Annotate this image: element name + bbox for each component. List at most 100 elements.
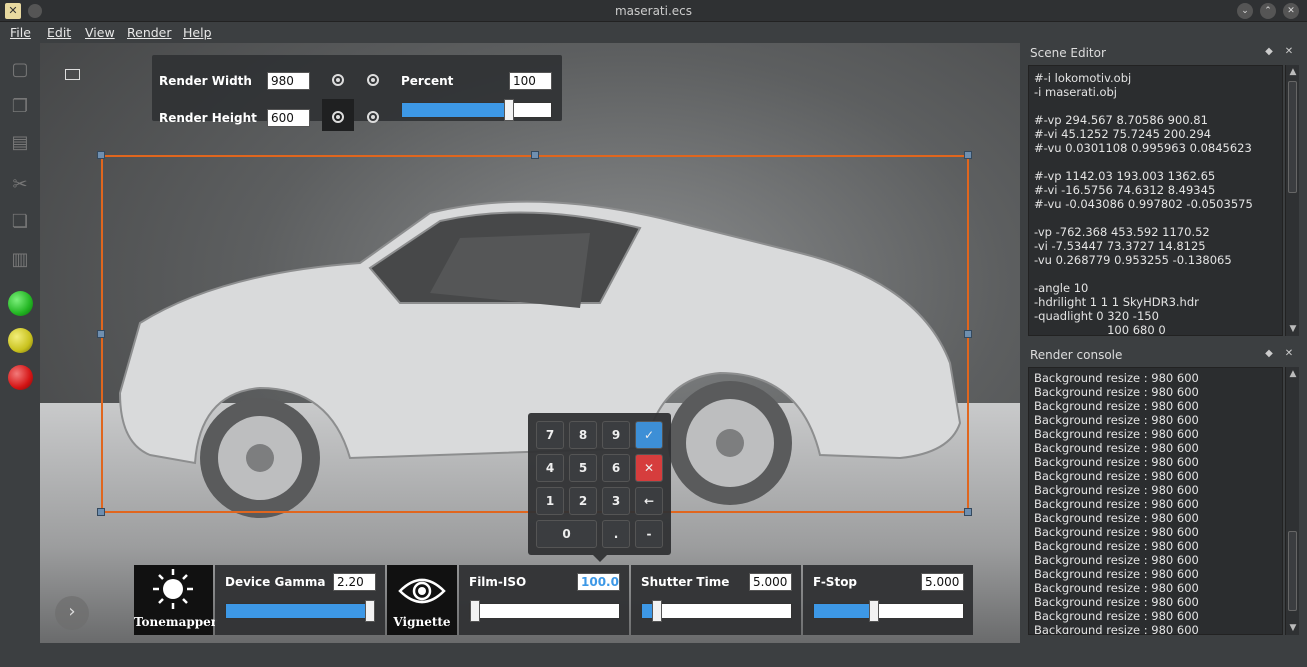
percent-slider[interactable] [401, 99, 552, 121]
scene-editor-scrollbar[interactable]: ▲ ▼ [1285, 65, 1299, 336]
key-8[interactable]: 8 [569, 421, 597, 449]
dock-close-icon[interactable]: ✕ [1283, 348, 1295, 360]
render-console-title: Render console [1030, 348, 1123, 362]
device-gamma-thumb[interactable] [365, 600, 375, 622]
device-gamma-input[interactable]: 2.20 [333, 573, 376, 591]
new-file-icon[interactable]: ▢ [8, 58, 32, 82]
render-console-text[interactable]: Background resize : 980 600 Background re… [1028, 367, 1283, 635]
cut-icon[interactable]: ✂ [8, 173, 32, 197]
scene-line: -i maserati.obj [1034, 85, 1117, 99]
pause-render-button[interactable] [8, 328, 33, 353]
numpad: 7 8 9 ✓ 4 5 6 ✕ 1 2 3 ← 0 . - [528, 413, 671, 555]
console-line: Background resize : 980 600 [1034, 623, 1199, 635]
film-iso-slider[interactable] [469, 600, 620, 622]
key-6[interactable]: 6 [602, 454, 630, 482]
key-0[interactable]: 0 [536, 520, 597, 548]
film-iso-thumb[interactable] [470, 600, 480, 622]
menu-file[interactable]: File [10, 25, 31, 40]
console-line: Background resize : 980 600 [1034, 483, 1199, 497]
key-7[interactable]: 7 [536, 421, 564, 449]
shutter-time-panel: Shutter Time 5.000 [631, 565, 801, 635]
scene-editor-text[interactable]: #-i lokomotiv.obj -i maserati.obj #-vp 294… [1028, 65, 1283, 336]
key-minus[interactable]: - [635, 520, 663, 548]
f-stop-input[interactable]: 5.000 [921, 573, 964, 591]
scene-line [1034, 211, 1282, 225]
scene-editor-dock: Scene Editor ◆ ✕ #-i lokomotiv.obj -i mas… [1024, 43, 1307, 340]
minimize-icon[interactable]: ⌄ [1237, 3, 1253, 19]
f-stop-slider[interactable] [813, 600, 964, 622]
stop-render-button[interactable] [8, 365, 33, 390]
scene-line [1034, 99, 1282, 113]
scroll-up-icon[interactable]: ▲ [1286, 369, 1300, 379]
scene-line: -hdrilight 1 1 1 SkyHDR3.hdr [1034, 295, 1199, 309]
menu-render[interactable]: Render [127, 25, 172, 40]
height-radio-1[interactable] [332, 111, 344, 123]
vignette-button[interactable]: Vignette [387, 565, 457, 635]
key-9[interactable]: 9 [602, 421, 630, 449]
float-icon[interactable]: ◆ [1263, 46, 1275, 58]
render-console-lines: Background resize : 980 600 Background re… [1034, 371, 1282, 635]
scroll-down-icon[interactable]: ▼ [1286, 623, 1300, 633]
chevron-right-icon[interactable]: › [55, 596, 89, 630]
dock-close-icon[interactable]: ✕ [1283, 46, 1295, 58]
device-gamma-slider[interactable] [225, 600, 376, 622]
render-viewport[interactable]: Render Width 980 Render Height 600 Perce… [40, 43, 1020, 643]
save-icon[interactable]: ▤ [8, 131, 32, 155]
film-iso-input[interactable]: 100.0 [577, 573, 620, 591]
render-width-input[interactable]: 980 [267, 72, 310, 90]
toolbar: ▢ ❐ ▤ ✂ ❏ ▥ [0, 43, 40, 643]
shutter-time-thumb[interactable] [652, 600, 662, 622]
percent-slider-thumb[interactable] [504, 99, 514, 121]
width-radio-1[interactable] [332, 74, 344, 86]
scroll-up-icon[interactable]: ▲ [1286, 67, 1300, 77]
menu-help[interactable]: Help [183, 25, 212, 40]
shutter-time-label: Shutter Time [641, 575, 730, 589]
tonemapper-label: Tonemapper [134, 615, 218, 629]
menu-view[interactable]: View [85, 25, 115, 40]
selection-handle-tr[interactable] [964, 151, 972, 159]
maximize-icon[interactable]: ⌃ [1260, 3, 1276, 19]
region-select-icon[interactable] [65, 69, 80, 80]
key-5[interactable]: 5 [569, 454, 597, 482]
confirm-button[interactable]: ✓ [635, 421, 663, 449]
backspace-icon[interactable]: ← [635, 487, 663, 515]
scene-line: #-vi 45.1252 75.7245 200.294 [1034, 127, 1212, 141]
key-3[interactable]: 3 [602, 487, 630, 515]
height-radio-2[interactable] [367, 111, 379, 123]
scroll-down-icon[interactable]: ▼ [1286, 324, 1300, 334]
render-console-dock: Render console ◆ ✕ Background resize : 9… [1024, 345, 1307, 642]
float-icon[interactable]: ◆ [1263, 348, 1275, 360]
tonemapper-button[interactable]: Tonemapper [134, 565, 218, 635]
menu-edit[interactable]: Edit [47, 25, 71, 40]
percent-slider-fill [402, 103, 509, 117]
copy-icon[interactable]: ❏ [8, 210, 32, 234]
scene-line: -vp -762.368 453.592 1170.52 [1034, 225, 1210, 239]
scroll-thumb[interactable] [1288, 531, 1297, 611]
selection-handle-tl[interactable] [97, 151, 105, 159]
shutter-time-slider[interactable] [641, 600, 792, 622]
key-4[interactable]: 4 [536, 454, 564, 482]
close-icon[interactable]: ✕ [1283, 3, 1299, 19]
paste-icon[interactable]: ▥ [8, 248, 32, 272]
selection-handle-mr[interactable] [964, 330, 972, 338]
percent-input[interactable]: 100 [509, 72, 552, 90]
selection-handle-ml[interactable] [97, 330, 105, 338]
f-stop-fill [814, 604, 874, 618]
scene-line: #-vp 294.567 8.70586 900.81 [1034, 113, 1208, 127]
console-line: Background resize : 980 600 [1034, 609, 1199, 623]
cancel-button[interactable]: ✕ [635, 454, 663, 482]
start-render-button[interactable] [8, 291, 33, 316]
open-file-icon[interactable]: ❐ [8, 95, 32, 119]
key-2[interactable]: 2 [569, 487, 597, 515]
shutter-time-input[interactable]: 5.000 [749, 573, 792, 591]
width-radio-2[interactable] [367, 74, 379, 86]
selection-handle-br[interactable] [964, 508, 972, 516]
selection-handle-tc[interactable] [531, 151, 539, 159]
render-height-input[interactable]: 600 [267, 109, 310, 127]
key-dot[interactable]: . [602, 520, 630, 548]
render-console-scrollbar[interactable]: ▲ ▼ [1285, 367, 1299, 635]
scroll-thumb[interactable] [1288, 81, 1297, 193]
f-stop-thumb[interactable] [869, 600, 879, 622]
key-1[interactable]: 1 [536, 487, 564, 515]
selection-handle-bl[interactable] [97, 508, 105, 516]
